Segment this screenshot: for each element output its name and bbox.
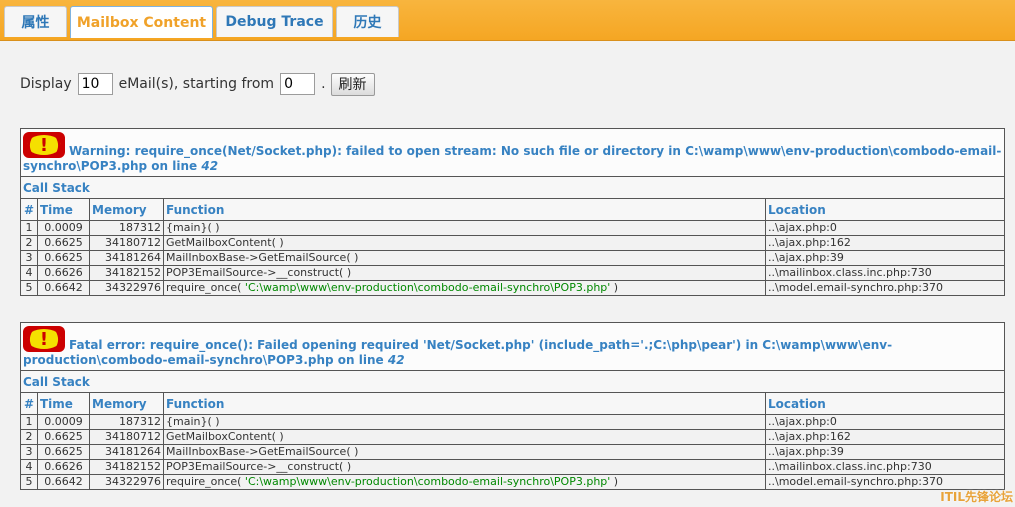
row-time: 0.6625 <box>37 444 90 460</box>
display-label: Display <box>20 76 72 92</box>
row-index: 4 <box>20 459 38 475</box>
row-memory: 34181264 <box>89 250 164 266</box>
row-memory: 34322976 <box>89 280 164 296</box>
column-header-location: Location <box>764 198 1006 221</box>
row-time: 0.6626 <box>37 459 90 475</box>
row-memory: 187312 <box>89 220 164 236</box>
error-message: ( ! ) Fatal error: require_once(): Failed… <box>20 322 1005 371</box>
row-function: MailInboxBase->GetEmailSource( ) <box>163 444 766 460</box>
row-index: 1 <box>20 220 38 236</box>
table-row: 2 0.6625 34180712 GetMailboxContent( ) .… <box>20 429 1005 445</box>
table-row: 3 0.6625 34181264 MailInboxBase->GetEmai… <box>20 250 1006 266</box>
row-index: 5 <box>20 474 38 490</box>
row-location: ..\ajax.php:0 <box>765 414 1005 430</box>
row-location: ..\ajax.php:162 <box>764 235 1006 251</box>
error-message-text: Fatal error: require_once(): Failed open… <box>23 338 893 367</box>
row-memory: 34180712 <box>89 429 164 445</box>
column-header-time: Time <box>37 392 90 415</box>
column-header-memory: Memory <box>89 392 164 415</box>
column-header-time: Time <box>37 198 90 221</box>
row-function: GetMailboxContent( ) <box>163 235 766 251</box>
column-header-function: Function <box>163 392 766 415</box>
tab-debug-trace[interactable]: Debug Trace <box>216 6 333 37</box>
email-count-input[interactable] <box>77 73 113 95</box>
table-row: 5 0.6642 34322976 require_once( 'C:\wamp… <box>20 474 1005 490</box>
forum-watermark: ITIL先锋论坛 <box>940 490 1013 504</box>
row-location: ..\model.email-synchro.php:370 <box>764 280 1006 296</box>
row-location: ..\ajax.php:0 <box>764 220 1006 236</box>
row-index: 2 <box>20 235 38 251</box>
row-index: 3 <box>20 444 38 460</box>
row-index: 4 <box>20 265 38 281</box>
table-row: 4 0.6626 34182152 POP3EmailSource->__con… <box>20 265 1006 281</box>
period-label: . <box>321 76 326 92</box>
column-header-index: # <box>20 392 38 415</box>
row-location: ..\mailinbox.class.inc.php:730 <box>764 265 1006 281</box>
tab-history[interactable]: 历史 <box>336 6 399 37</box>
row-memory: 187312 <box>89 414 164 430</box>
row-function: require_once( 'C:\wamp\www\env-productio… <box>163 280 766 296</box>
row-memory: 34180712 <box>89 235 164 251</box>
error-message: ( ! ) Warning: require_once(Net/Socket.ph… <box>19 128 1006 177</box>
row-function: GetMailboxContent( ) <box>163 429 766 445</box>
table-row: 1 0.0009 187312 {main}( ) ..\ajax.php:0 <box>20 220 1006 236</box>
error-table-warning: ( ! ) Warning: require_once(Net/Socket.ph… <box>19 128 1006 296</box>
start-index-input[interactable] <box>280 73 316 95</box>
row-time: 0.0009 <box>37 220 90 236</box>
error-message-text: Warning: require_once(Net/Socket.php): f… <box>23 144 1002 173</box>
column-header-index: # <box>20 198 38 221</box>
error-line-number: 42 <box>201 159 219 173</box>
row-function: POP3EmailSource->__construct( ) <box>163 265 766 281</box>
row-location: ..\mailinbox.class.inc.php:730 <box>765 459 1005 475</box>
table-row: 3 0.6625 34181264 MailInboxBase->GetEmai… <box>20 444 1005 460</box>
table-row: 2 0.6625 34180712 GetMailboxContent( ) .… <box>20 235 1006 251</box>
row-function: {main}( ) <box>163 220 766 236</box>
column-header-function: Function <box>163 198 766 221</box>
row-time: 0.6642 <box>37 474 90 490</box>
call-stack-heading: Call Stack <box>19 176 1006 199</box>
table-row: 4 0.6626 34182152 POP3EmailSource->__con… <box>20 459 1005 475</box>
row-function: POP3EmailSource->__construct( ) <box>163 459 766 475</box>
row-index: 2 <box>20 429 38 445</box>
table-row: 5 0.6642 34322976 require_once( 'C:\wamp… <box>20 280 1006 296</box>
row-time: 0.6625 <box>37 250 90 266</box>
column-header-memory: Memory <box>89 198 164 221</box>
row-index: 5 <box>20 280 38 296</box>
column-header-location: Location <box>765 392 1005 415</box>
table-row: 1 0.0009 187312 {main}( ) ..\ajax.php:0 <box>20 414 1005 430</box>
row-memory: 34182152 <box>89 459 164 475</box>
tab-bar: 属性 Mailbox Content Debug Trace 历史 <box>0 0 1015 41</box>
warning-icon: ( ! ) <box>23 132 65 158</box>
refresh-button[interactable]: 刷新 <box>330 72 375 96</box>
row-location: ..\ajax.php:39 <box>764 250 1006 266</box>
error-line-number: 42 <box>387 353 405 367</box>
row-function: MailInboxBase->GetEmailSource( ) <box>163 250 766 266</box>
row-index: 3 <box>20 250 38 266</box>
starting-from-label: eMail(s), starting from <box>118 76 275 92</box>
row-time: 0.6626 <box>37 265 90 281</box>
display-controls: Display eMail(s), starting from . 刷新 <box>20 71 375 97</box>
row-memory: 34182152 <box>89 265 164 281</box>
error-table-fatal: ( ! ) Fatal error: require_once(): Failed… <box>20 322 1005 490</box>
row-function: require_once( 'C:\wamp\www\env-productio… <box>163 474 766 490</box>
row-time: 0.6642 <box>37 280 90 296</box>
row-location: ..\ajax.php:39 <box>765 444 1005 460</box>
row-memory: 34322976 <box>89 474 164 490</box>
row-index: 1 <box>20 414 38 430</box>
row-function: {main}( ) <box>163 414 766 430</box>
tab-properties[interactable]: 属性 <box>4 6 67 37</box>
row-time: 0.6625 <box>37 235 90 251</box>
row-time: 0.6625 <box>37 429 90 445</box>
row-memory: 34181264 <box>89 444 164 460</box>
tab-mailbox-content[interactable]: Mailbox Content <box>70 6 213 38</box>
error-icon: ( ! ) <box>23 326 65 352</box>
row-time: 0.0009 <box>37 414 90 430</box>
call-stack-heading: Call Stack <box>20 370 1005 393</box>
row-location: ..\ajax.php:162 <box>765 429 1005 445</box>
